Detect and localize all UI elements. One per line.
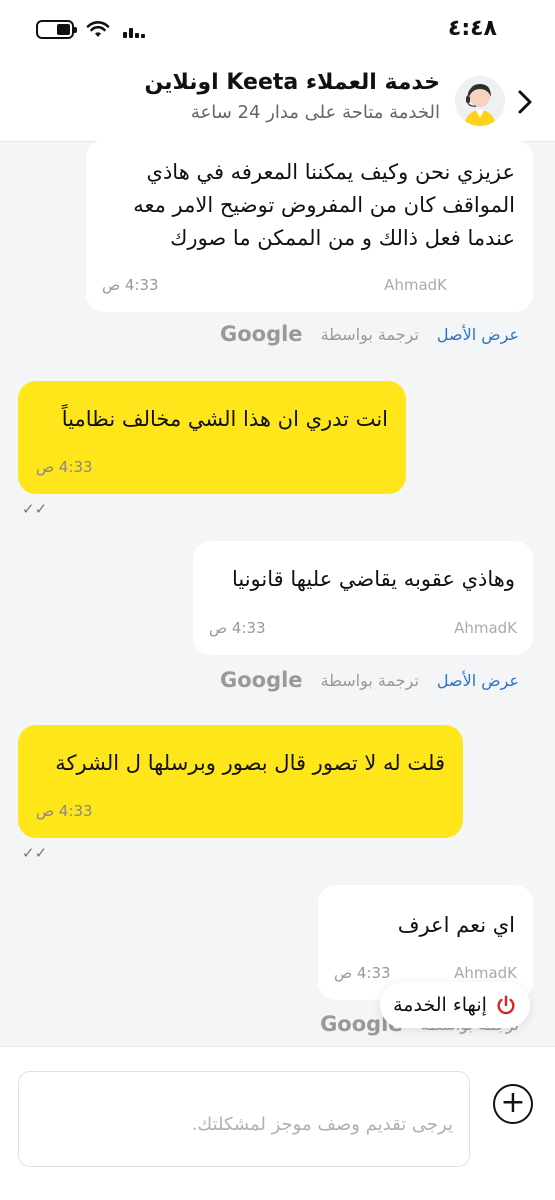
message-meta: 4:33 ص	[36, 802, 93, 820]
add-attachment-button[interactable]: +	[493, 1084, 533, 1124]
message-text: اي نعم اعرف	[397, 913, 515, 937]
back-button[interactable]	[510, 84, 540, 120]
translated-by-label: ترجمة بواسطة	[320, 670, 419, 690]
message-text: وهاذي عقوبه يقاضي عليها قانونيا	[231, 567, 515, 591]
message-bubble-outgoing: قلت له لا تصور قال بصور وبرسلها ل الشركة…	[18, 725, 463, 838]
avatar	[455, 76, 505, 126]
read-receipt-icon: ✓✓	[22, 844, 48, 862]
message-sender: AhmadK	[384, 276, 447, 294]
end-service-label: إنهاء الخدمة	[393, 994, 487, 1016]
support-agent-icon	[455, 76, 505, 126]
status-bar: ٤:٤٨	[0, 0, 555, 62]
message-meta: AhmadK 4:33 ص	[334, 964, 517, 982]
message-sender: AhmadK	[454, 619, 517, 637]
chevron-right-icon	[518, 90, 532, 114]
signal-icon	[123, 27, 145, 38]
plus-icon: +	[500, 1084, 526, 1120]
power-icon	[497, 995, 515, 1015]
message-text: انت تدري ان هذا الشي مخالف نظامياً	[61, 407, 388, 431]
show-original-link[interactable]: عرض الأصل	[437, 325, 519, 344]
message-meta: AhmadK 4:33 ص	[102, 276, 447, 294]
message-input-box[interactable]	[18, 1071, 470, 1167]
translation-row: عرض الأصل ترجمة بواسطة Google	[220, 322, 519, 346]
message-bubble-incoming: عزيزي نحن وكيف يمكننا المعرفه في هاذي ال…	[86, 140, 533, 312]
message-time: 4:33 ص	[102, 276, 159, 294]
message-bubble-outgoing: انت تدري ان هذا الشي مخالف نظامياً 4:33 …	[18, 381, 406, 494]
show-original-link[interactable]: عرض الأصل	[437, 671, 519, 690]
clock: ٤:٤٨	[447, 16, 497, 41]
message-meta: 4:33 ص	[36, 458, 93, 476]
message-sender: AhmadK	[454, 964, 517, 982]
translated-by-label: ترجمة بواسطة	[320, 324, 419, 344]
composer-bar: +	[0, 1046, 555, 1200]
battery-level	[56, 24, 70, 35]
message-time: 4:33 ص	[36, 458, 93, 476]
message-time: 4:33 ص	[36, 802, 93, 820]
page-subtitle: الخدمة متاحة على مدار 24 ساعة	[190, 102, 440, 123]
message-meta: AhmadK 4:33 ص	[209, 619, 517, 637]
page-title: خدمة العملاء Keeta اونلاين	[144, 70, 440, 95]
google-logo: Google	[219, 668, 303, 692]
read-receipt-icon: ✓✓	[22, 500, 48, 518]
google-logo: Google	[219, 322, 303, 346]
message-time: 4:33 ص	[334, 964, 391, 982]
message-time: 4:33 ص	[209, 619, 266, 637]
status-icons	[36, 20, 146, 39]
translation-row: عرض الأصل ترجمة بواسطة Google	[220, 668, 519, 692]
message-text: قلت له لا تصور قال بصور وبرسلها ل الشركة	[55, 751, 445, 775]
message-text-line: عندما فعل ذالك و من الممكن ما صورك	[170, 226, 515, 250]
wifi-icon	[86, 20, 110, 37]
message-text-line: عزيزي نحن وكيف يمكننا المعرفه في هاذي	[146, 160, 515, 184]
message-text-line: المواقف كان من المفروض توضيح الامر معه	[133, 193, 515, 217]
end-service-button[interactable]: إنهاء الخدمة	[380, 982, 530, 1028]
battery-icon	[36, 20, 77, 39]
message-input[interactable]	[19, 1072, 469, 1166]
chat-header: خدمة العملاء Keeta اونلاين الخدمة متاحة …	[0, 62, 555, 142]
message-bubble-incoming: وهاذي عقوبه يقاضي عليها قانونيا AhmadK 4…	[193, 541, 533, 655]
